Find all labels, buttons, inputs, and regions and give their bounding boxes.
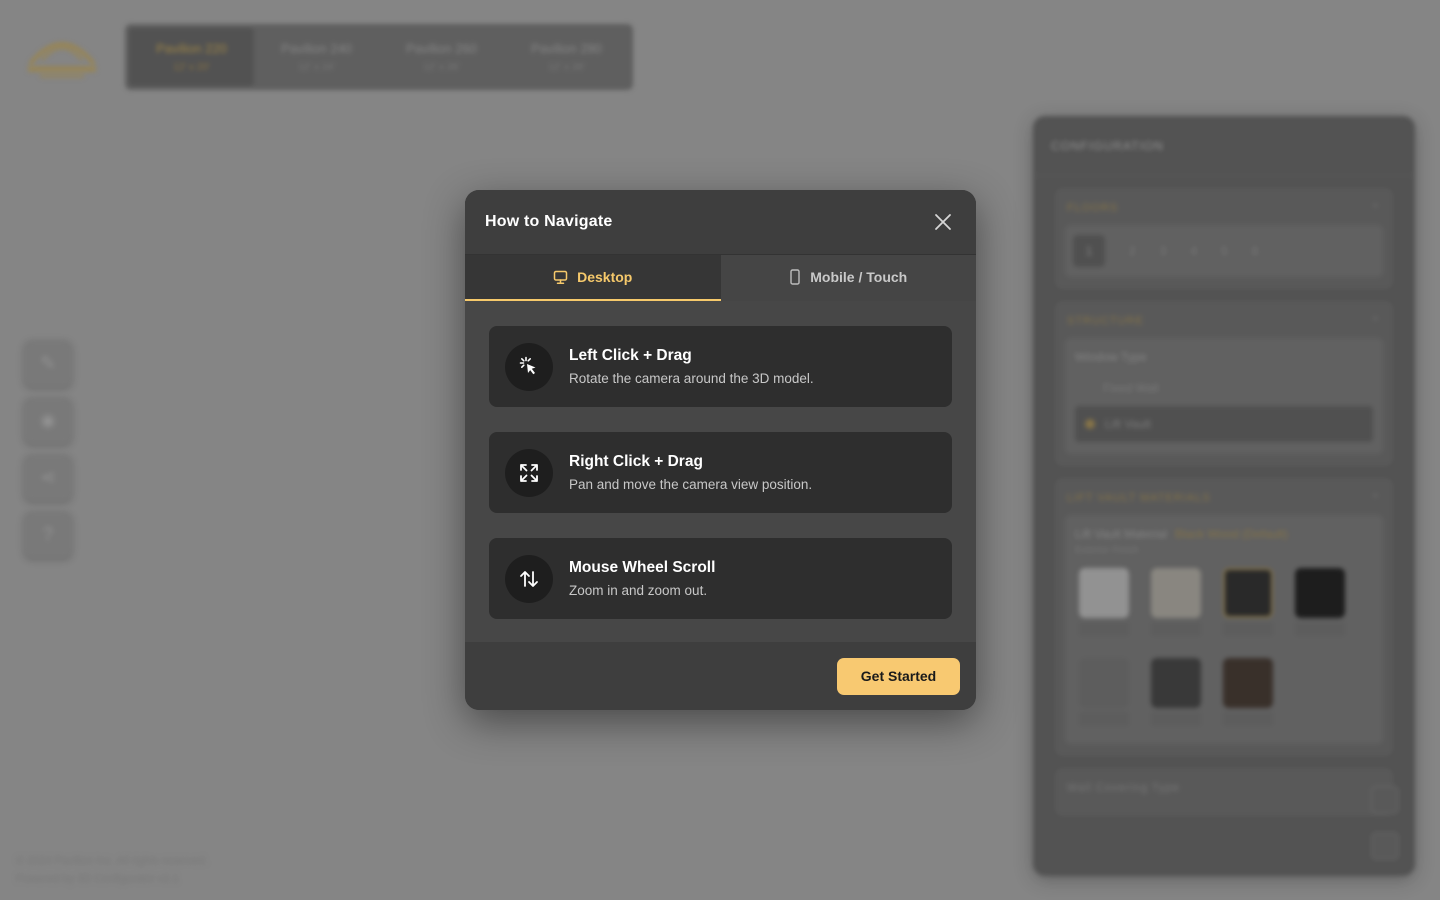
phone-icon [789,269,801,285]
instruction-description: Pan and move the camera view position. [569,477,813,492]
instruction-card: Left Click + Drag Rotate the camera arou… [489,326,952,407]
instruction-description: Rotate the camera around the 3D model. [569,371,814,386]
instruction-card: Mouse Wheel Scroll Zoom in and zoom out. [489,538,952,619]
instruction-card: Right Click + Drag Pan and move the came… [489,432,952,513]
tab-label: Desktop [577,269,633,285]
modal-title: How to Navigate [485,213,613,230]
navigation-help-modal: How to Navigate Desktop Mobile / Touch L… [465,190,976,710]
tab-label: Mobile / Touch [810,269,908,285]
modal-header: How to Navigate [465,190,976,254]
tab-mobile-touch[interactable]: Mobile / Touch [720,255,976,301]
instruction-title: Right Click + Drag [569,453,703,470]
expand-arrows-icon [505,448,553,497]
instruction-title: Left Click + Drag [569,347,692,364]
click-cursor-icon [505,342,553,391]
up-down-arrows-icon [505,554,553,603]
input-mode-tabs: Desktop Mobile / Touch [465,254,976,301]
instructions-list: Left Click + Drag Rotate the camera arou… [465,301,976,642]
tab-desktop[interactable]: Desktop [465,255,721,301]
close-icon [935,214,951,230]
instruction-title: Mouse Wheel Scroll [569,559,716,576]
get-started-button[interactable]: Get Started [837,657,960,695]
close-button[interactable] [932,211,954,233]
instruction-description: Zoom in and zoom out. [569,583,708,598]
monitor-icon [553,270,568,285]
modal-footer: Get Started [465,642,976,710]
